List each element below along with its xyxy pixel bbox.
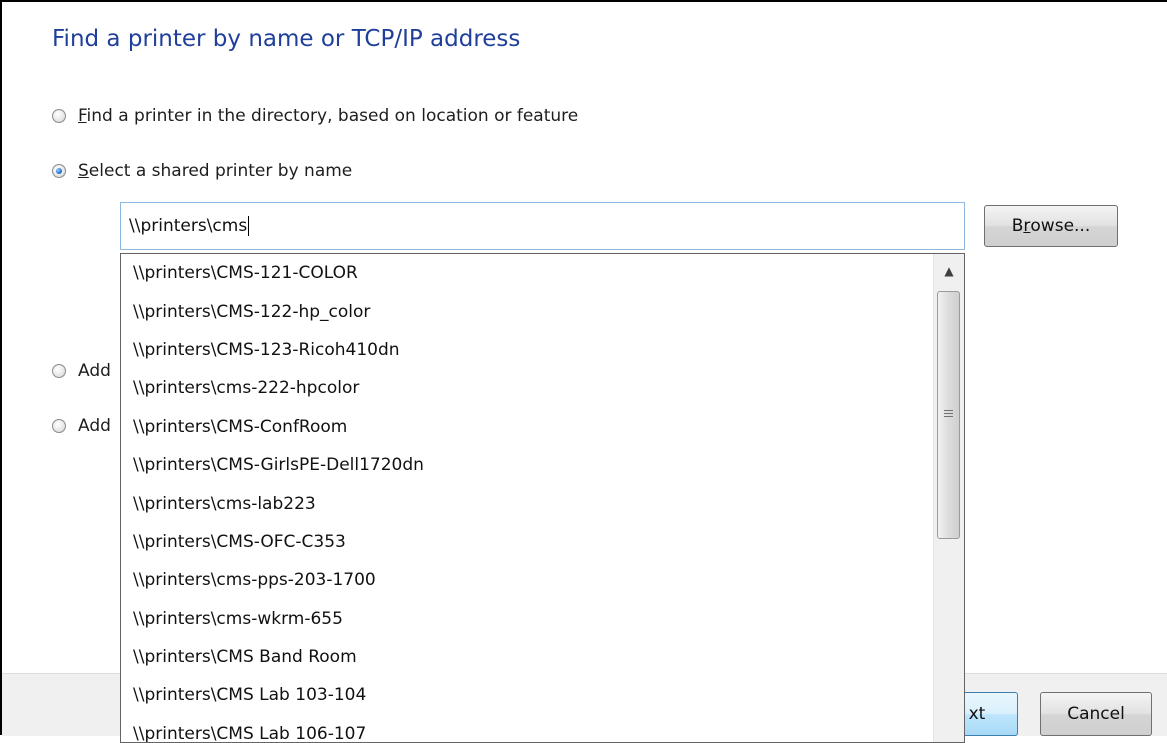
grip-icon <box>944 410 953 419</box>
shared-printer-name-value: \\printers\cms <box>129 216 248 236</box>
shared-printer-name-input[interactable]: \\printers\cms <box>120 202 965 250</box>
radio-find-in-directory[interactable] <box>52 109 66 123</box>
printer-suggestion-list: \\printers\CMS-121-COLOR \\printers\CMS-… <box>121 254 934 742</box>
text-caret <box>248 216 250 236</box>
browse-label-end: owse... <box>1030 216 1091 236</box>
printer-suggestion[interactable]: \\printers\cms-wkrm-655 <box>121 600 934 638</box>
accesskey-r: r <box>1023 216 1031 236</box>
printer-suggestion[interactable]: \\printers\cms-222-hpcolor <box>121 369 934 407</box>
printer-suggestion[interactable]: \\printers\CMS Lab 103-104 <box>121 676 934 714</box>
printer-suggestion[interactable]: \\printers\cms-lab223 <box>121 484 934 522</box>
printer-suggestion[interactable]: \\printers\CMS-123-Ricoh410dn <box>121 331 934 369</box>
accesskey-s: S <box>78 161 89 181</box>
autocomplete-dropdown: \\printers\CMS-121-COLOR \\printers\CMS-… <box>120 253 965 743</box>
scroll-up-icon[interactable]: ▲ <box>934 254 964 288</box>
page-title: Find a printer by name or TCP/IP address <box>52 26 521 52</box>
cancel-button[interactable]: Cancel <box>1040 692 1152 736</box>
next-button-label: xt <box>968 704 986 724</box>
radio-add-tcp-ip[interactable] <box>52 364 66 378</box>
option-select-shared-printer-label: Select a shared printer by name <box>78 161 352 181</box>
printer-suggestion[interactable]: \\printers\CMS-OFC-C353 <box>121 523 934 561</box>
radio-add-bluetooth[interactable] <box>52 419 66 433</box>
option-select-shared-printer[interactable]: Select a shared printer by name <box>52 159 352 183</box>
accesskey-f: F <box>78 106 87 126</box>
browse-button[interactable]: Br owse... <box>984 205 1118 247</box>
printer-suggestion[interactable]: \\printers\CMS Band Room <box>121 638 934 676</box>
option-select-shared-printer-text: elect a shared printer by name <box>88 161 353 181</box>
printer-suggestion[interactable]: \\printers\CMS Lab 106-107 <box>121 715 934 742</box>
option-add-tcp-ip-label: Add <box>78 361 111 381</box>
printer-suggestion[interactable]: \\printers\CMS-122-hp_color <box>121 292 934 330</box>
option-add-bluetooth[interactable]: Add <box>52 414 111 438</box>
option-find-in-directory[interactable]: Find a printer in the directory, based o… <box>52 104 578 128</box>
radio-select-shared-printer[interactable] <box>52 164 66 178</box>
printer-suggestion[interactable]: \\printers\CMS-121-COLOR <box>121 254 934 292</box>
printer-suggestion[interactable]: \\printers\cms-pps-203-1700 <box>121 561 934 599</box>
option-find-in-directory-text: ind a printer in the directory, based on… <box>86 106 579 126</box>
browse-label-start: B <box>1011 216 1024 236</box>
scrollbar-thumb[interactable] <box>937 291 960 539</box>
dropdown-scrollbar[interactable]: ▲ <box>933 254 964 742</box>
option-add-bluetooth-label: Add <box>78 416 111 436</box>
printer-suggestion[interactable]: \\printers\CMS-ConfRoom <box>121 408 934 446</box>
cancel-button-label: Cancel <box>1067 704 1125 724</box>
option-find-in-directory-label: Find a printer in the directory, based o… <box>78 106 578 126</box>
printer-suggestion[interactable]: \\printers\CMS-GirlsPE-Dell1720dn <box>121 446 934 484</box>
option-add-tcp-ip[interactable]: Add <box>52 359 111 383</box>
